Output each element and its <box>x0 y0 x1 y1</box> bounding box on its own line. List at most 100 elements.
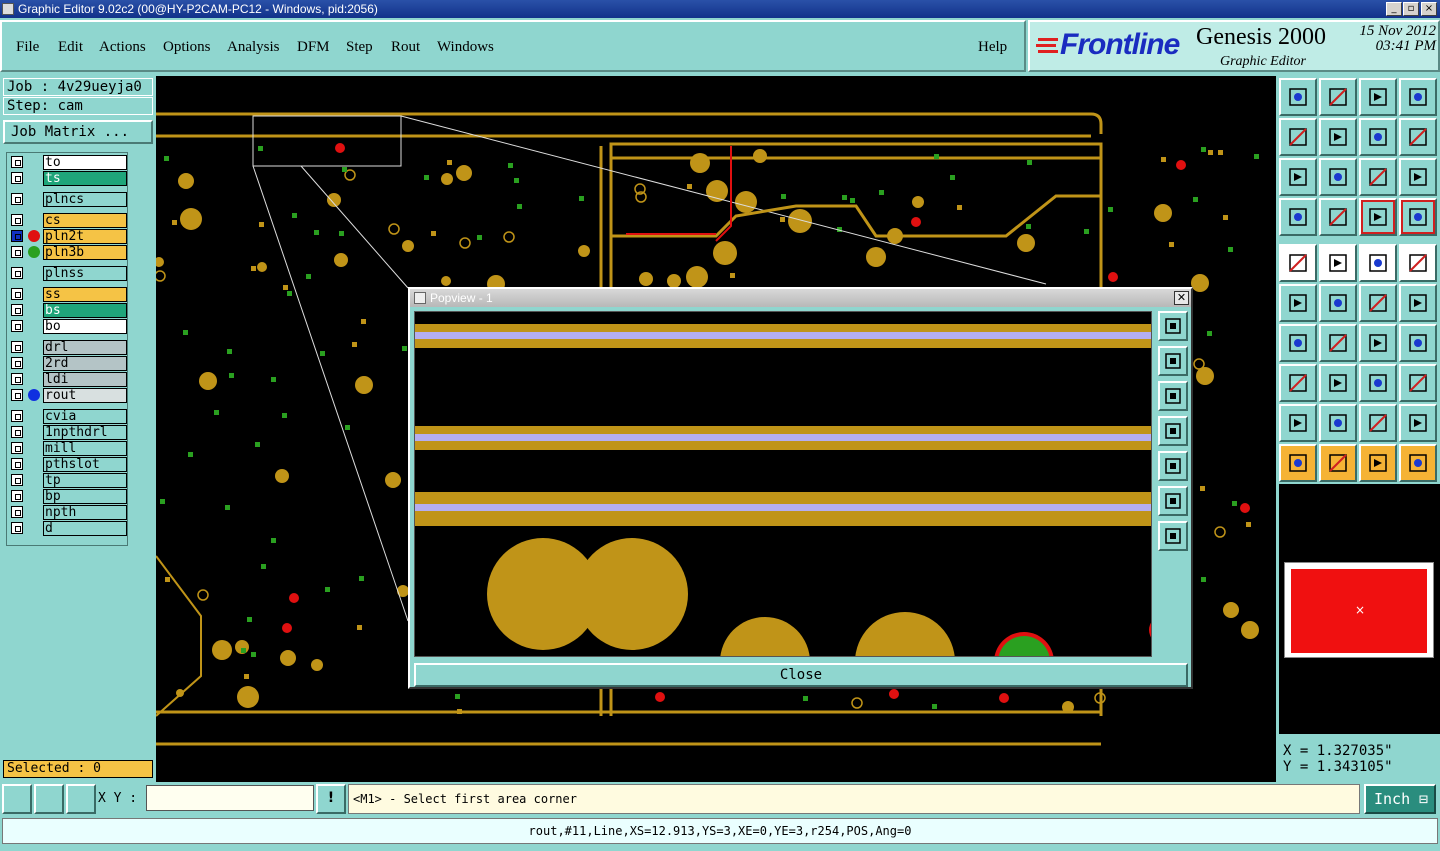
unit-selector[interactable]: Inch ⊟ <box>1364 784 1436 814</box>
delete-icon[interactable] <box>1319 284 1357 322</box>
minimize-icon[interactable]: _ <box>1386 2 1402 16</box>
menu-file[interactable]: File <box>16 39 39 56</box>
layer-checkbox[interactable] <box>11 246 23 258</box>
layer-checkbox[interactable] <box>11 373 23 385</box>
layer-checkbox[interactable] <box>11 193 23 205</box>
fit-all-icon[interactable] <box>1158 486 1188 516</box>
layer-checkbox[interactable] <box>11 172 23 184</box>
layer-checkbox[interactable] <box>11 458 23 470</box>
layer-checkbox[interactable] <box>11 506 23 518</box>
layer-checkbox[interactable] <box>11 522 23 534</box>
layer-name[interactable]: cs <box>43 213 127 228</box>
layer-name[interactable]: 1npthdrl <box>43 425 127 440</box>
route-icon[interactable] <box>1319 244 1357 282</box>
layer-name[interactable]: bo <box>43 319 127 334</box>
layer-row-d[interactable]: d <box>11 521 129 536</box>
highlight-icon[interactable] <box>1359 198 1397 236</box>
layer-name[interactable]: drl <box>43 340 127 355</box>
center-view-icon[interactable] <box>1158 521 1188 551</box>
grid-snap-icon[interactable] <box>66 784 96 814</box>
split-line-icon[interactable] <box>1399 284 1437 322</box>
layer-checkbox[interactable] <box>11 357 23 369</box>
popview-close-icon[interactable]: ✕ <box>1174 291 1189 305</box>
fit-icon[interactable] <box>1279 158 1317 196</box>
menu-step[interactable]: Step <box>346 39 373 56</box>
line-icon[interactable] <box>1319 324 1357 362</box>
zoom-in-icon[interactable] <box>1158 311 1188 341</box>
compare-icon[interactable] <box>1399 198 1437 236</box>
popview-canvas[interactable] <box>414 311 1152 657</box>
split-icon[interactable] <box>1399 78 1437 116</box>
next-step-icon[interactable] <box>1319 118 1357 156</box>
angle-icon[interactable] <box>1279 324 1317 362</box>
layer-row-cvia[interactable]: cvia <box>11 409 129 424</box>
layer-checkbox[interactable] <box>11 214 23 226</box>
alert-icon[interactable]: ! <box>316 784 346 814</box>
home-icon[interactable] <box>1359 78 1397 116</box>
undo-icon[interactable] <box>1359 118 1397 156</box>
menu-windows[interactable]: Windows <box>437 39 494 56</box>
layer-row-pln2t[interactable]: pln2t <box>11 229 129 244</box>
layer-name[interactable]: 2rd <box>43 356 127 371</box>
layer-name[interactable]: plnss <box>43 266 127 281</box>
layer-checkbox[interactable] <box>11 410 23 422</box>
menu-options[interactable]: Options <box>163 39 211 56</box>
overview-window[interactable]: × <box>1284 562 1434 658</box>
triangle-icon[interactable] <box>1279 404 1317 442</box>
select-pad-icon[interactable] <box>1399 244 1437 282</box>
layer-row-bp[interactable]: bp <box>11 489 129 504</box>
layer-row-plncs[interactable]: plncs <box>11 192 129 207</box>
right-icon[interactable] <box>1158 451 1188 481</box>
layer-name[interactable]: rout <box>43 388 127 403</box>
center-icon[interactable] <box>1319 158 1357 196</box>
layer-name[interactable]: npth <box>43 505 127 520</box>
top-icon[interactable] <box>1158 346 1188 376</box>
menu-rout[interactable]: Rout <box>391 39 420 56</box>
layer-name[interactable]: to <box>43 155 127 170</box>
redo-icon[interactable] <box>1399 118 1437 156</box>
menu-analysis[interactable]: Analysis <box>227 39 280 56</box>
layer-row-1npthdrl[interactable]: 1npthdrl <box>11 425 129 440</box>
add-line-icon[interactable] <box>1359 284 1397 322</box>
grid-icon[interactable] <box>1319 198 1357 236</box>
layer-row-drl[interactable]: drl <box>11 340 129 355</box>
layer-name[interactable]: bp <box>43 489 127 504</box>
cut-icon[interactable] <box>1319 364 1357 402</box>
layer-checkbox[interactable] <box>11 288 23 300</box>
close-window-icon[interactable]: × <box>1421 2 1437 16</box>
layer-row-npth[interactable]: npth <box>11 505 129 520</box>
array-icon[interactable] <box>1399 364 1437 402</box>
select-point-icon[interactable] <box>1359 444 1397 482</box>
menu-edit[interactable]: Edit <box>58 39 83 56</box>
layer-name[interactable]: pln2t <box>43 229 127 244</box>
open-icon[interactable] <box>1279 78 1317 116</box>
measure-icon[interactable] <box>1359 364 1397 402</box>
triangle-blue-icon[interactable] <box>1319 404 1357 442</box>
layer-checkbox[interactable] <box>11 304 23 316</box>
layer-name[interactable]: mill <box>43 441 127 456</box>
menu-actions[interactable]: Actions <box>99 39 146 56</box>
layer-props-icon[interactable] <box>1279 198 1317 236</box>
triangle-red-icon[interactable] <box>1359 404 1397 442</box>
layer-row-ts[interactable]: ts <box>11 171 129 186</box>
arc-icon[interactable] <box>1359 324 1397 362</box>
layer-name[interactable]: ss <box>43 287 127 302</box>
layer-row-to[interactable]: to <box>11 155 129 170</box>
layer-row-plnss[interactable]: plnss <box>11 266 129 281</box>
layer-name[interactable]: tp <box>43 473 127 488</box>
layer-row-rout[interactable]: rout <box>11 388 129 403</box>
connect-icon[interactable] <box>1279 284 1317 322</box>
layer-row-ldi[interactable]: ldi <box>11 372 129 387</box>
layer-checkbox[interactable] <box>11 341 23 353</box>
bottom-icon[interactable] <box>1158 381 1188 411</box>
left-icon[interactable] <box>1158 416 1188 446</box>
layer-name[interactable]: ldi <box>43 372 127 387</box>
menu-dfm[interactable]: DFM <box>297 39 330 56</box>
job-matrix-button[interactable]: Job Matrix ... <box>3 120 153 144</box>
select-icon[interactable] <box>1279 444 1317 482</box>
layer-row-mill[interactable]: mill <box>11 441 129 456</box>
layer-checkbox[interactable] <box>11 267 23 279</box>
layer-checkbox[interactable] <box>11 230 23 242</box>
maximize-icon[interactable]: ▫ <box>1403 2 1419 16</box>
layer-row-pthslot[interactable]: pthslot <box>11 457 129 472</box>
